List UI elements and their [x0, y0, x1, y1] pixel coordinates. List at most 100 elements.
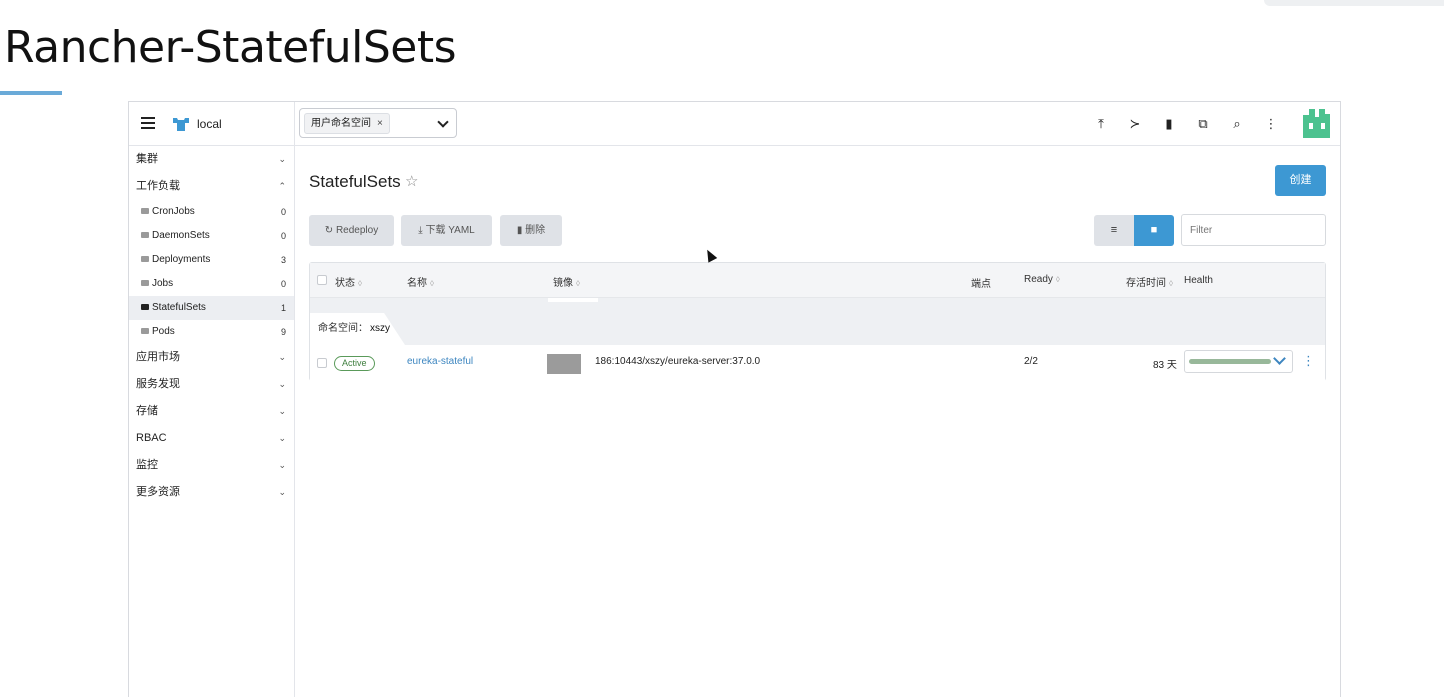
column-label: 镜像 — [553, 278, 573, 289]
slide-title: Rancher-StatefulSets — [4, 22, 457, 73]
redeploy-button[interactable]: ↻ Redeploy — [309, 215, 394, 246]
sort-icon: ◊ — [430, 279, 434, 288]
sidebar-item-cronjobs[interactable]: CronJobs 0 — [129, 200, 294, 224]
create-button[interactable]: 创建 — [1275, 165, 1326, 196]
terminal-icon[interactable]: ≻ — [1118, 116, 1152, 132]
namespace-select[interactable]: 用户命名空间 × — [299, 108, 457, 138]
corner-decoration — [1264, 0, 1444, 6]
nav-group-monitoring[interactable]: 监控 ⌄ — [129, 452, 294, 479]
chevron-down-icon: ⌄ — [278, 154, 286, 164]
group-row-accent — [548, 298, 598, 302]
age-value: 83 天 — [1153, 360, 1177, 371]
hamburger-menu-icon[interactable] — [141, 117, 155, 129]
sidebar-item-pods[interactable]: Pods 9 — [129, 320, 294, 344]
nav-group-more-resources[interactable]: 更多资源 ⌄ — [129, 479, 294, 506]
nav-group-workload[interactable]: 工作负载 ⌃ — [129, 173, 294, 200]
more-vertical-icon[interactable]: ⋮ — [1254, 116, 1288, 132]
folder-icon — [141, 232, 149, 238]
column-state[interactable]: 状态 ◊ — [335, 274, 362, 289]
health-dropdown[interactable] — [1184, 350, 1293, 373]
sidebar-item-label: StatefulSets — [152, 302, 206, 313]
file-icon[interactable]: ▮ — [1152, 116, 1186, 132]
main-content: StatefulSets ☆ 创建 ↻ Redeploy ⤓ 下载 YAML ▮… — [295, 146, 1340, 697]
column-health: Health — [1184, 275, 1213, 286]
group-view-icon[interactable]: ■ — [1134, 215, 1174, 246]
ready-count: 2/2 — [1024, 356, 1038, 367]
download-yaml-button[interactable]: ⤓ 下载 YAML — [401, 215, 492, 246]
chevron-up-icon: ⌃ — [278, 181, 286, 191]
column-ready[interactable]: Ready ◊ — [1024, 274, 1060, 285]
sidebar-item-count: 1 — [280, 303, 286, 313]
folder-icon — [141, 304, 149, 310]
namespace-group-tab: 命名空间： xszy — [310, 313, 405, 345]
chevron-down-icon: ⌄ — [278, 352, 286, 362]
sidebar-item-count: 9 — [280, 327, 286, 337]
column-age[interactable]: 存活时间 ◊ — [1126, 274, 1173, 289]
sort-icon: ◊ — [576, 279, 580, 288]
top-header: local 用户命名空间 × ⤒ ≻ ▮ ⧉ ⌕ ⋮ — [129, 102, 1340, 146]
sort-icon: ◊ — [1169, 279, 1173, 288]
status-badge: Active — [334, 356, 375, 371]
workload-name-link[interactable]: eureka-stateful — [407, 356, 473, 367]
column-label: 状态 — [335, 278, 355, 289]
select-all-checkbox[interactable] — [317, 275, 327, 285]
title-underline — [0, 91, 62, 95]
namespace-chip-label: 用户命名空间 — [311, 118, 371, 129]
nav-group-label: 集群 — [136, 153, 158, 165]
nav-group-rbac[interactable]: RBAC ⌄ — [129, 425, 294, 452]
filter-input[interactable] — [1181, 214, 1326, 246]
nav-group-storage[interactable]: 存储 ⌄ — [129, 398, 294, 425]
sidebar-item-deployments[interactable]: Deployments 3 — [129, 248, 294, 272]
search-icon[interactable]: ⌕ — [1220, 116, 1254, 132]
star-icon[interactable]: ☆ — [405, 172, 418, 190]
column-name[interactable]: 名称 ◊ — [407, 274, 434, 289]
nav-group-label: 应用市场 — [136, 351, 180, 363]
namespace-chip: 用户命名空间 × — [304, 113, 390, 134]
sidebar-item-jobs[interactable]: Jobs 0 — [129, 272, 294, 296]
list-view-icon[interactable]: ≡ — [1094, 215, 1134, 246]
nav-group-service-discovery[interactable]: 服务发现 ⌄ — [129, 371, 294, 398]
column-label: 名称 — [407, 278, 427, 289]
image-name: 186:10443/xszy/eureka-server:37.0.0 — [595, 356, 761, 367]
chevron-down-icon: ⌄ — [278, 460, 286, 470]
column-label: Ready — [1024, 274, 1053, 285]
row-checkbox[interactable] — [317, 358, 327, 368]
chip-remove-icon[interactable]: × — [377, 118, 383, 129]
avatar[interactable] — [1303, 109, 1330, 138]
sidebar-item-label: Pods — [152, 326, 175, 337]
nav-group-apps[interactable]: 应用市场 ⌄ — [129, 344, 294, 371]
header-divider — [294, 102, 295, 146]
column-label: 存活时间 — [1126, 278, 1166, 289]
nav-group-label: 工作负载 — [136, 180, 180, 192]
sort-icon: ◊ — [1055, 275, 1060, 284]
page-title: StatefulSets — [309, 172, 401, 191]
group-value: xszy — [370, 323, 390, 334]
sidebar-item-label: CronJobs — [152, 206, 195, 217]
image-redacted-block — [547, 354, 581, 374]
health-bar — [1189, 359, 1271, 364]
nav-group-label: 更多资源 — [136, 486, 180, 498]
row-actions-icon[interactable]: ⋮ — [1302, 353, 1315, 369]
chevron-down-icon[interactable] — [437, 116, 449, 128]
nav-group-label: 监控 — [136, 459, 158, 471]
sort-icon: ◊ — [358, 279, 362, 288]
chevron-down-icon: ⌄ — [278, 406, 286, 416]
sidebar-item-daemonsets[interactable]: DaemonSets 0 — [129, 224, 294, 248]
sidebar-item-label: Deployments — [152, 254, 211, 265]
folder-icon — [141, 328, 149, 334]
delete-button[interactable]: ▮ 删除 — [500, 215, 562, 246]
cluster-name[interactable]: local — [197, 117, 222, 131]
table-row: Active eureka-stateful 186:10443/xszy/eu… — [310, 345, 1325, 381]
sidebar-item-count: 0 — [280, 207, 286, 217]
view-toggle: ≡ ■ — [1094, 215, 1174, 246]
sidebar: 集群 ⌄ 工作负载 ⌃ CronJobs 0 DaemonSets 0 Depl… — [129, 146, 295, 697]
column-endpoints: 端点 — [971, 279, 991, 290]
statefulsets-table: 状态 ◊ 名称 ◊ 镜像 ◊ 端点 Ready ◊ 存活时间 ◊ Health 命名空间：… — [309, 262, 1326, 381]
folder-icon — [141, 256, 149, 262]
sidebar-item-statefulsets[interactable]: StatefulSets 1 — [129, 296, 294, 320]
folder-icon — [141, 280, 149, 286]
nav-group-cluster[interactable]: 集群 ⌄ — [129, 146, 294, 173]
column-image[interactable]: 镜像 ◊ — [553, 274, 580, 289]
upload-icon[interactable]: ⤒ — [1084, 116, 1118, 132]
copy-icon[interactable]: ⧉ — [1186, 116, 1220, 132]
